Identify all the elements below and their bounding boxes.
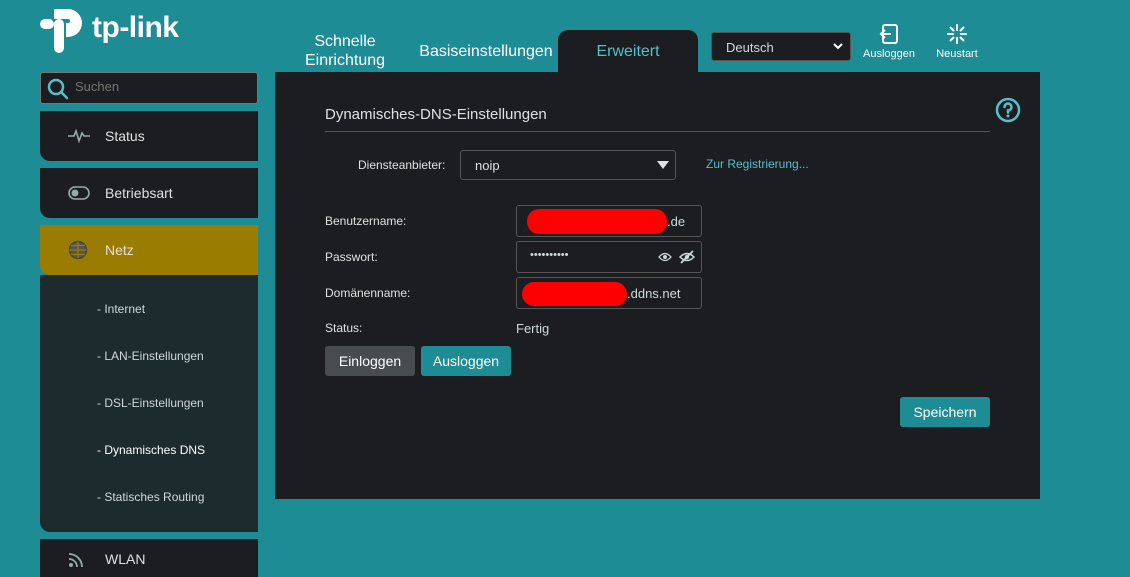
reboot-icon: [947, 24, 967, 44]
globe-icon: [68, 240, 88, 260]
provider-value: noip: [475, 158, 500, 173]
heartbeat-icon: [68, 129, 90, 143]
toggle-icon: [68, 186, 90, 200]
redaction-mark: [522, 282, 627, 306]
sidebar-item-status[interactable]: Status: [40, 111, 258, 161]
status-label: Status:: [325, 321, 363, 335]
main-panel: Dynamisches-DNS-Einstellungen Diensteanb…: [275, 72, 1040, 499]
submenu-item-internet[interactable]: - Internet: [97, 302, 145, 316]
logout-icon: [879, 24, 898, 44]
logout-button[interactable]: Ausloggen: [421, 346, 511, 376]
sidebar-item-wlan[interactable]: WLAN: [40, 539, 258, 577]
language-selected: Deutsch: [726, 40, 774, 55]
tp-link-logo-icon: [40, 9, 82, 53]
tab-basic[interactable]: Basiseinstellungen: [416, 42, 556, 61]
password-label: Passwort:: [325, 250, 378, 264]
submenu-item-ddns[interactable]: - Dynamisches DNS: [97, 443, 205, 457]
username-input[interactable]: .de: [516, 205, 702, 237]
search-input[interactable]: [75, 79, 250, 94]
tab-advanced[interactable]: Erweitert: [558, 30, 698, 72]
sidebar-item-network[interactable]: Netz: [40, 225, 258, 275]
save-button[interactable]: Speichern: [900, 397, 990, 427]
section-title: Dynamisches-DNS-Einstellungen: [325, 106, 547, 123]
reboot-label: Neustart: [936, 48, 978, 60]
domain-suffix: .ddns.net: [627, 286, 681, 301]
chevron-down-icon: [833, 43, 843, 50]
search-icon: [47, 78, 69, 100]
eye-icon[interactable]: [658, 251, 672, 263]
register-link[interactable]: Zur Registrierung...: [706, 157, 809, 171]
submenu-item-lan[interactable]: - LAN-Einstellungen: [97, 349, 204, 363]
search-box[interactable]: [40, 72, 258, 104]
tab-quick-line1: Schnelle: [314, 33, 376, 50]
logout-top-label: Ausloggen: [863, 48, 915, 60]
brand-name: tp-link: [92, 11, 179, 44]
password-value: ••••••••••: [530, 249, 569, 261]
sidebar-item-operation-mode[interactable]: Betriebsart: [40, 168, 258, 218]
provider-select[interactable]: noip: [460, 150, 676, 180]
reboot-button[interactable]: Neustart: [930, 24, 984, 60]
network-submenu: - Internet - LAN-Einstellungen - DSL-Ein…: [40, 275, 258, 532]
sidebar-item-label: Netz: [105, 242, 134, 258]
login-button[interactable]: Einloggen: [325, 346, 415, 376]
tp-link-logo: tp-link: [40, 5, 190, 55]
wifi-icon: [68, 553, 83, 568]
sidebar-item-label: WLAN: [105, 551, 146, 567]
domain-input[interactable]: .ddns.net: [516, 277, 702, 309]
sidebar-item-label: Status: [105, 128, 145, 144]
tab-quick-line2: Einrichtung: [304, 52, 386, 69]
username-label: Benutzername:: [325, 214, 407, 228]
status-value: Fertig: [516, 321, 550, 336]
domain-label: Domänenname:: [325, 286, 411, 300]
provider-label: Diensteanbieter:: [358, 158, 446, 172]
logout-top-button[interactable]: Ausloggen: [860, 24, 918, 60]
eye-off-icon[interactable]: [679, 249, 695, 265]
redaction-mark: [527, 209, 667, 234]
submenu-item-dsl[interactable]: - DSL-Einstellungen: [97, 396, 204, 410]
dropdown-arrow-icon: [657, 161, 669, 169]
sidebar-item-label: Betriebsart: [105, 185, 173, 201]
password-input[interactable]: ••••••••••: [516, 241, 702, 273]
section-divider: [325, 131, 990, 132]
submenu-item-static-routing[interactable]: - Statisches Routing: [97, 490, 204, 504]
help-icon[interactable]: [995, 97, 1021, 123]
tab-quick-setup[interactable]: Schnelle Einrichtung: [300, 32, 390, 70]
username-suffix: .de: [667, 214, 686, 229]
language-select[interactable]: Deutsch: [711, 32, 851, 61]
